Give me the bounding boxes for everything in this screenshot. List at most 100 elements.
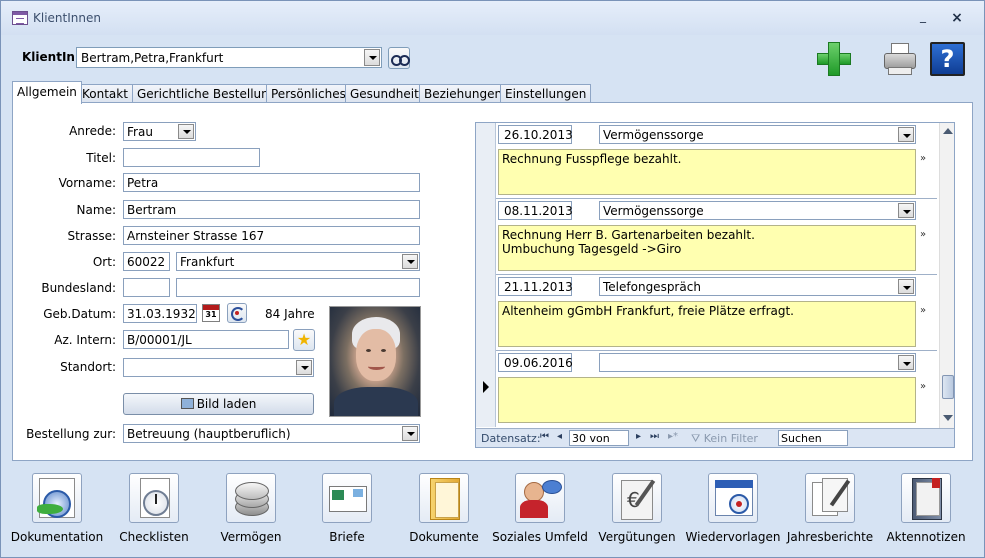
record-selector[interactable] [476, 199, 496, 275]
first-record-button[interactable]: ⏮ [540, 431, 549, 442]
allgemein-panel: Anrede: Frau Titel: Vorname: Petra Name:… [12, 102, 973, 461]
chevron-down-icon[interactable] [178, 124, 194, 139]
bundesland-name-field[interactable] [176, 278, 420, 297]
strasse-field[interactable]: Arnsteiner Strasse 167 [123, 226, 420, 245]
chevron-down-icon[interactable] [898, 279, 914, 294]
expand-note-button[interactable]: » [920, 153, 926, 164]
chevron-down-icon[interactable] [898, 203, 914, 218]
note-date-field[interactable]: 09.06.2016 [498, 353, 573, 372]
expand-note-button[interactable]: » [920, 229, 926, 240]
expand-note-button[interactable]: » [920, 381, 926, 392]
verguetungen-button[interactable]: € Vergütungen [591, 471, 683, 547]
invoice-icon: € [612, 473, 662, 523]
print-button[interactable] [882, 41, 918, 77]
aktennotizen-button[interactable]: Aktennotizen [880, 471, 972, 547]
add-client-button[interactable] [816, 41, 852, 77]
previous-record-button[interactable]: ◂ [557, 431, 562, 442]
chevron-down-icon[interactable] [402, 426, 418, 441]
anrede-select[interactable]: Frau [123, 122, 196, 141]
star-icon[interactable]: ★ [293, 329, 315, 351]
bestellung-select[interactable]: Betreuung (hauptberuflich) [123, 424, 420, 443]
vertical-scrollbar[interactable] [939, 123, 954, 428]
strasse-label: Strasse: [67, 229, 116, 243]
image-icon [180, 398, 194, 409]
note-category-select[interactable]: Telefongespräch [599, 277, 916, 296]
jahresberichte-button[interactable]: Jahresberichte [784, 471, 876, 547]
anrede-label: Anrede: [69, 124, 116, 138]
standort-select[interactable] [123, 358, 314, 377]
titel-field[interactable] [123, 148, 260, 167]
az-intern-label: Az. Intern: [54, 333, 116, 347]
note-category-select[interactable]: Vermögenssorge [599, 125, 916, 144]
note-record-current: 09.06.2016 » [476, 351, 937, 427]
close-button[interactable]: × [947, 9, 967, 27]
current-record-indicator[interactable] [476, 351, 496, 427]
note-category-select[interactable] [599, 353, 916, 372]
record-selector[interactable] [476, 123, 496, 199]
tab-persoenliches[interactable]: Persönliches [266, 84, 351, 103]
tab-gesundheit[interactable]: Gesundheit [345, 84, 424, 103]
note-date-field[interactable]: 26.10.2013 [498, 125, 573, 144]
note-text-field[interactable]: Rechnung Herr B. Gartenarbeiten bezahlt.… [498, 225, 916, 271]
help-button[interactable]: ? [930, 42, 965, 76]
bundesland-code-field[interactable] [123, 278, 170, 297]
record-selector[interactable] [476, 275, 496, 351]
last-record-button[interactable]: ⏭ [650, 431, 659, 442]
search-input[interactable]: Suchen [778, 430, 848, 446]
chevron-down-icon[interactable] [898, 355, 914, 370]
filter-status[interactable]: ⛛ Kein Filter [691, 432, 758, 446]
vorname-field[interactable]: Petra [123, 173, 420, 192]
klientinnen-window: KlientInnen _ × KlientIn: Bertram,Petra,… [0, 0, 985, 558]
chevron-down-icon[interactable] [296, 360, 312, 375]
note-record: 08.11.2013 Vermögenssorge Rechnung Herr … [476, 199, 937, 275]
client-select[interactable]: Bertram,Petra,Frankfurt [76, 47, 382, 68]
expand-note-button[interactable]: » [920, 305, 926, 316]
notes-icon [901, 473, 951, 523]
titel-label: Titel: [86, 151, 116, 165]
note-category-select[interactable]: Vermögenssorge [599, 201, 916, 220]
refresh-icon[interactable] [227, 303, 247, 323]
tab-beziehungen[interactable]: Beziehungen [419, 84, 508, 103]
tab-einstellungen[interactable]: Einstellungen [500, 84, 592, 103]
record-position-field[interactable]: 30 von 30 [569, 430, 629, 447]
new-record-button[interactable]: ▸* [668, 431, 678, 442]
ort-select[interactable]: Frankfurt [176, 252, 420, 271]
plz-field[interactable]: 60022 [123, 252, 170, 271]
checklisten-button[interactable]: Checklisten [108, 471, 200, 547]
next-record-button[interactable]: ▸ [636, 431, 641, 442]
note-date-field[interactable]: 08.11.2013 [498, 201, 573, 220]
bild-laden-button[interactable]: Bild laden [123, 393, 314, 415]
geb-datum-field[interactable]: 31.03.1932 [123, 304, 197, 323]
people-icon [515, 473, 565, 523]
note-text-field[interactable] [498, 377, 916, 423]
chevron-down-icon[interactable] [364, 49, 380, 66]
calendar-icon[interactable]: 31 [202, 304, 220, 322]
name-label: Name: [76, 203, 116, 217]
soziales-umfeld-button[interactable]: Soziales Umfeld [492, 471, 588, 547]
scroll-up-icon[interactable] [943, 128, 953, 134]
minimize-button[interactable]: _ [913, 9, 933, 27]
dokumentation-button[interactable]: Dokumentation [11, 471, 103, 547]
ort-label: Ort: [92, 255, 116, 269]
binoculars-icon[interactable] [388, 47, 410, 69]
briefe-button[interactable]: Briefe [301, 471, 393, 547]
client-label: KlientIn: [22, 50, 80, 64]
tab-kontakt[interactable]: Kontakt [77, 84, 133, 103]
note-text-field[interactable]: Rechnung Fusspflege bezahlt. [498, 149, 916, 195]
tab-gerichtliche-bestellung[interactable]: Gerichtliche Bestellung [132, 84, 282, 103]
chevron-down-icon[interactable] [402, 254, 418, 269]
folder-icon [419, 473, 469, 523]
wiedervorlagen-button[interactable]: Wiedervorlagen [686, 471, 780, 547]
age-text: 84 Jahre [265, 307, 315, 321]
note-text-field[interactable]: Altenheim gGmbH Frankfurt, freie Plätze … [498, 301, 916, 347]
scroll-down-icon[interactable] [943, 415, 953, 421]
note-record: 26.10.2013 Vermögenssorge Rechnung Fussp… [476, 123, 937, 199]
name-field[interactable]: Bertram [123, 200, 420, 219]
scroll-thumb[interactable] [942, 375, 954, 399]
tab-allgemein[interactable]: Allgemein [12, 81, 82, 104]
chevron-down-icon[interactable] [898, 127, 914, 142]
note-date-field[interactable]: 21.11.2013 [498, 277, 573, 296]
dokumente-button[interactable]: Dokumente [398, 471, 490, 547]
az-intern-field[interactable]: B/00001/JL [123, 330, 289, 349]
vermoegen-button[interactable]: Vermögen [205, 471, 297, 547]
